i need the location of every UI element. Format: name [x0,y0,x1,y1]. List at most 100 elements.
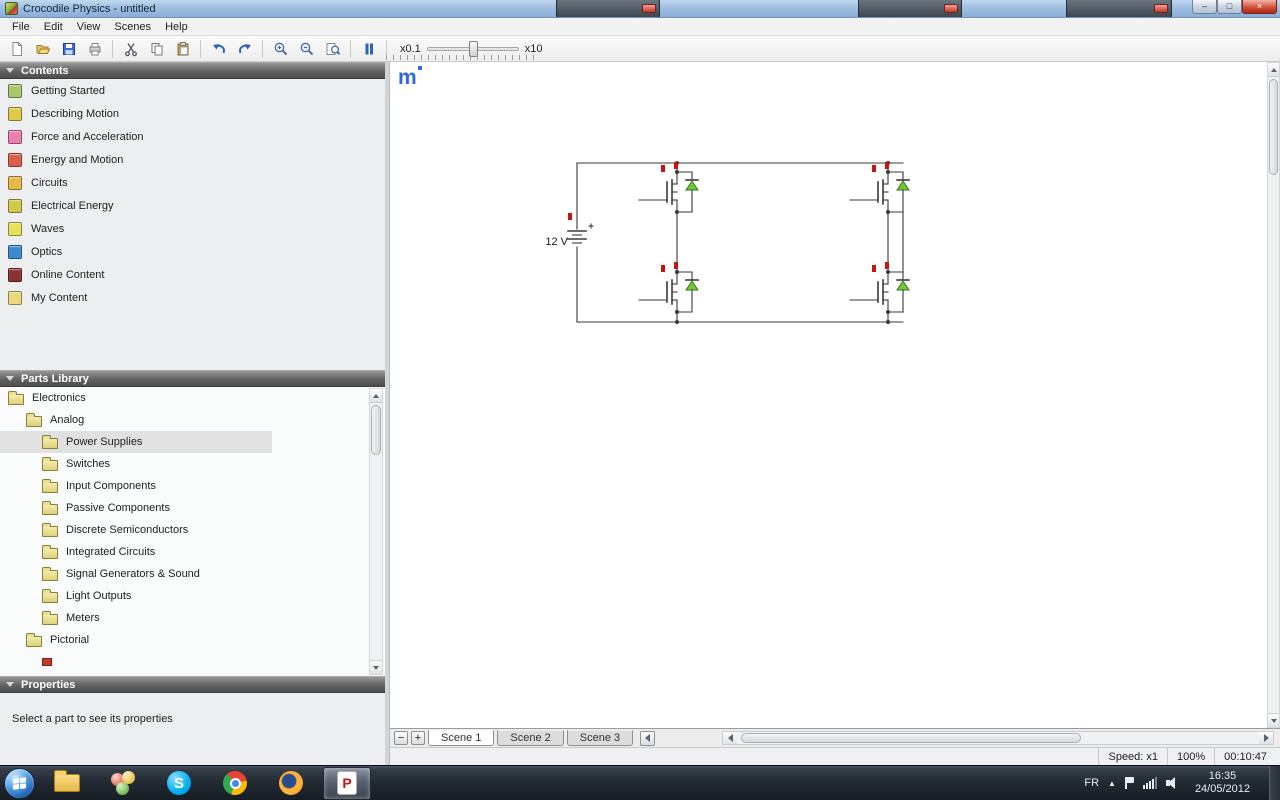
paste-icon [177,41,188,55]
scrollbar-thumb[interactable] [371,405,381,455]
simulation-canvas[interactable]: m 12 V [390,62,1267,728]
contents-item-force-acceleration[interactable]: Force and Acceleration [0,125,385,148]
taskbar-colorful-app-button[interactable] [99,767,147,800]
folder-icon [42,478,58,493]
scrollbar-thumb[interactable] [741,733,1081,743]
zoom-out-button[interactable] [294,37,319,60]
pause-icon [365,43,373,54]
menu-view[interactable]: View [70,18,108,36]
maximize-button[interactable]: □ [1217,0,1242,14]
redo-button[interactable] [232,37,257,60]
contents-item-describing-motion[interactable]: Describing Motion [0,102,385,125]
tree-item-switches[interactable]: Switches [0,453,385,475]
show-desktop-button[interactable] [1269,765,1280,800]
mosfet-top-left[interactable] [638,161,699,215]
tree-item-partial[interactable] [0,651,385,673]
start-button[interactable] [4,767,35,799]
speed-slider-track[interactable] [426,40,519,57]
tree-item-meters[interactable]: Meters [0,607,385,629]
copy-button[interactable] [144,37,169,60]
tree-item-electronics[interactable]: Electronics [0,387,385,409]
paste-button[interactable] [170,37,195,60]
tree-item-light-outputs[interactable]: Light Outputs [0,585,385,607]
taskbar-clock[interactable]: 16:35 24/05/2012 [1189,770,1256,796]
minimize-button[interactable]: – [1192,0,1217,14]
contents-item-circuits[interactable]: Circuits [0,171,385,194]
tree-item-label: Electronics [32,392,86,404]
zoom-page-button[interactable] [320,37,345,60]
contents-panel-header[interactable]: Contents [0,62,385,79]
scroll-right-button[interactable] [1259,732,1273,744]
properties-panel: Select a part to see its properties [0,693,385,765]
topic-icon [8,244,22,259]
contents-item-electrical-energy[interactable]: Electrical Energy [0,194,385,217]
scroll-up-button[interactable] [370,389,382,403]
scroll-left-button[interactable] [723,732,737,744]
status-zoom: 100% [1167,748,1214,765]
network-icon[interactable] [1142,777,1157,789]
contents-item-waves[interactable]: Waves [0,217,385,240]
taskbar-chrome-button[interactable] [211,767,259,800]
scene-scroll-left-button[interactable] [640,730,656,746]
circuit-diagram[interactable]: 12 V [390,62,1267,728]
screen: Crocodile Physics - untitled – □ × File … [0,0,1280,800]
tree-item-integrated-circuits[interactable]: Integrated Circuits [0,541,385,563]
tab-scene-3[interactable]: Scene 3 [566,729,634,746]
tree-item-power-supplies[interactable]: Power Supplies [0,431,385,453]
tab-scene-2[interactable]: Scene 2 [497,729,564,746]
scroll-up-button[interactable] [1268,63,1279,77]
scrollbar-thumb[interactable] [1269,79,1278,175]
taskbar-explorer-button[interactable] [43,767,91,800]
background-close-icon [642,4,656,13]
contents-item-label: Force and Acceleration [31,130,144,143]
tree-item-pictorial[interactable]: Pictorial [0,629,385,651]
mosfet-bottom-left[interactable] [638,261,699,315]
action-center-flag-icon[interactable] [1124,777,1134,789]
parts-library-panel-header[interactable]: Parts Library [0,370,385,387]
menu-help[interactable]: Help [158,18,195,36]
tree-item-discrete-semiconductors[interactable]: Discrete Semiconductors [0,519,385,541]
taskbar-firefox-button[interactable] [267,767,315,800]
battery-12v[interactable]: 12 V [545,162,594,323]
open-button[interactable] [30,37,55,60]
new-button[interactable] [4,37,29,60]
tree-item-signal-generators-sound[interactable]: Signal Generators & Sound [0,563,385,585]
parts-scrollbar[interactable] [369,388,383,675]
arrow-up-icon [1270,67,1277,72]
scene-remove-button[interactable]: − [394,731,408,745]
undo-button[interactable] [206,37,231,60]
contents-item-my-content[interactable]: My Content [0,286,385,309]
hidden-icons-button[interactable]: ▲ [1108,779,1116,788]
close-button[interactable]: × [1242,0,1277,14]
tree-item-label: Integrated Circuits [66,546,156,558]
mosfet-bottom-right[interactable] [849,261,910,315]
tree-item-input-components[interactable]: Input Components [0,475,385,497]
canvas-vertical-scrollbar[interactable] [1267,62,1280,728]
volume-icon[interactable] [1165,777,1180,789]
scroll-down-button[interactable] [1268,713,1279,727]
tree-item-analog[interactable]: Analog [0,409,385,431]
taskbar-skype-button[interactable]: S [155,767,203,800]
language-indicator[interactable]: FR [1084,777,1099,789]
scene-add-button[interactable]: + [411,731,425,745]
menu-edit[interactable]: Edit [37,18,70,36]
zoom-in-button[interactable] [268,37,293,60]
contents-item-getting-started[interactable]: Getting Started [0,79,385,102]
properties-panel-header[interactable]: Properties [0,676,385,693]
scroll-down-button[interactable] [370,660,382,674]
cut-button[interactable] [118,37,143,60]
menu-scenes[interactable]: Scenes [107,18,158,36]
menu-file[interactable]: File [5,18,37,36]
pause-button[interactable] [356,37,381,60]
save-button[interactable] [56,37,81,60]
mosfet-top-right[interactable] [849,161,910,215]
taskbar-active-app-button[interactable]: P [323,766,371,800]
tree-item-passive-components[interactable]: Passive Components [0,497,385,519]
print-button[interactable] [82,37,107,60]
contents-list: Getting Started Describing Motion Force … [0,79,385,370]
canvas-horizontal-scrollbar[interactable] [722,731,1274,745]
contents-item-energy-motion[interactable]: Energy and Motion [0,148,385,171]
contents-item-optics[interactable]: Optics [0,240,385,263]
tab-scene-1[interactable]: Scene 1 [428,729,495,746]
contents-item-online-content[interactable]: Online Content [0,263,385,286]
